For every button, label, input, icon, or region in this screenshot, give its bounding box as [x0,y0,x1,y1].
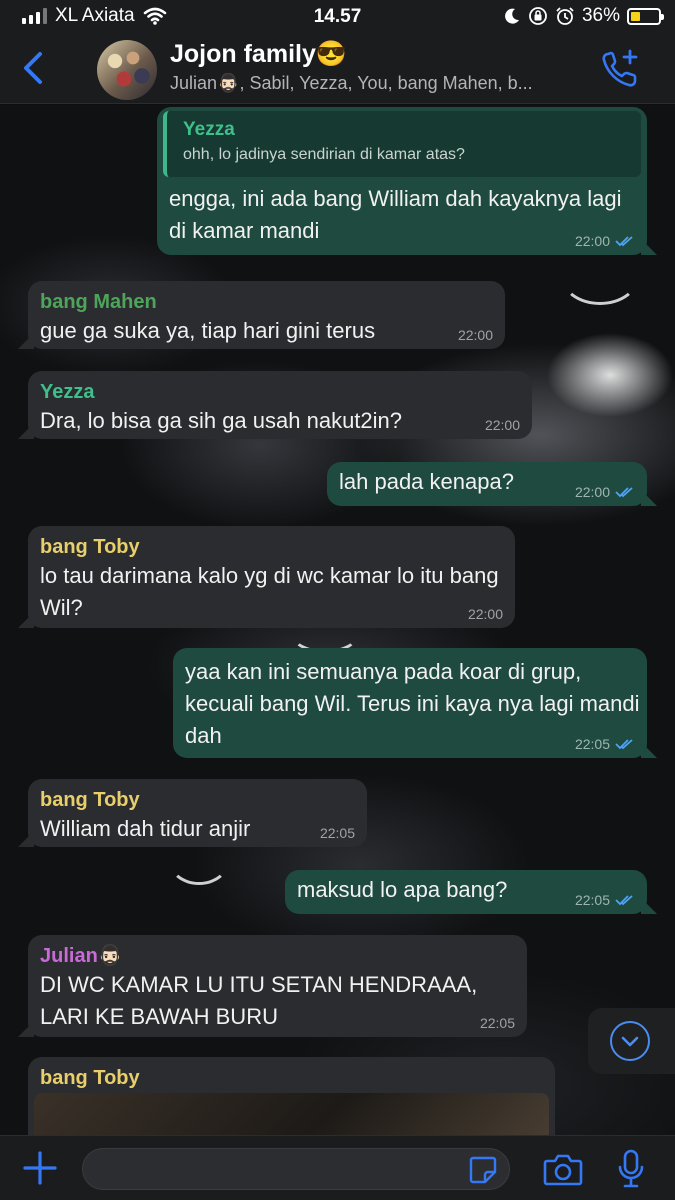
message-meta: 22:05 [320,825,355,841]
message-time: 22:05 [319,825,355,841]
message-bubble-outgoing[interactable]: maksud lo apa bang? 22:05 [285,870,657,914]
message-sender[interactable]: Yezza [40,379,520,405]
message-text: engga, ini ada bang William dah kayaknya… [169,186,622,243]
message-text: gue ga suka ya, tiap hari gini terus [40,318,376,343]
message-bubble-outgoing[interactable]: Yezza ohh, lo jadinya sendirian di kamar… [157,107,657,255]
message-sender[interactable]: Julian🧔🏻‍♂️ [40,943,515,969]
microphone-icon[interactable] [617,1149,645,1189]
message-time: 22:05 [479,1015,515,1031]
quoted-text: ohh, lo jadinya sendirian di kamar atas? [183,146,465,163]
group-title[interactable]: Jojon family😎 [170,40,347,69]
plus-icon[interactable] [22,1150,58,1186]
message-sender[interactable]: bang Toby [40,787,355,813]
message-bubble-incoming[interactable]: bang Toby lo tau darimana kalo yg di wc … [18,526,515,628]
camera-icon[interactable] [543,1152,583,1186]
message-sender[interactable]: bang Toby [40,534,503,560]
group-avatar[interactable] [97,40,157,100]
battery-icon [627,7,664,25]
message-time: 22:00 [484,417,520,433]
chat-area[interactable]: Yezza ohh, lo jadinya sendirian di kamar… [0,105,675,1135]
chevron-down-circle-icon [610,1021,650,1061]
message-time: 22:05 [574,892,610,908]
message-bubble-incoming[interactable]: bang Toby [28,1057,555,1135]
message-bubble-incoming[interactable]: Julian🧔🏻‍♂️ DI WC KAMAR LU ITU SETAN HEN… [18,935,527,1037]
message-text: William dah tidur anjir [40,816,251,841]
status-right: 36% [503,5,664,27]
image-attachment[interactable] [34,1093,549,1135]
read-receipt-icon [615,236,633,247]
alarm-icon [556,7,574,25]
message-text: Dra, lo bisa ga sih ga usah nakut2in? [40,408,403,433]
composer-bar [0,1135,675,1200]
message-sender[interactable]: bang Toby [40,1065,543,1091]
message-text: lo tau darimana kalo yg di wc kamar lo i… [40,563,499,620]
read-receipt-icon [615,895,633,906]
message-bubble-incoming[interactable]: Yezza Dra, lo bisa ga sih ga usah nakut2… [18,371,532,439]
message-time: 22:00 [574,233,610,249]
message-bubble-outgoing[interactable]: yaa kan ini semuanya pada koar di grup, … [173,648,657,758]
add-call-icon[interactable] [599,48,641,90]
message-meta: 22:05 [575,892,635,908]
battery-percent: 36% [581,5,620,26]
read-receipt-icon [615,487,633,498]
message-meta: 22:00 [468,606,503,622]
message-meta: 22:00 [575,233,635,249]
chat-header: Jojon family😎 Julian🧔🏻‍♂️, Sabil, Yezza,… [0,34,675,104]
quoted-sender: Yezza [183,119,235,140]
scroll-to-bottom-button[interactable] [588,1008,675,1074]
read-receipt-icon [615,739,633,750]
message-bubble-outgoing[interactable]: lah pada kenapa? 22:00 [327,462,657,506]
message-meta: 22:05 [575,736,635,752]
message-time: 22:05 [574,736,610,752]
message-text: DI WC KAMAR LU ITU SETAN HENDRAAA, LARI … [40,972,478,1029]
message-input[interactable] [82,1148,510,1190]
message-meta: 22:00 [485,417,520,433]
message-sender[interactable]: bang Mahen [40,289,493,315]
message-time: 22:00 [574,484,610,500]
message-meta: 22:05 [480,1015,515,1031]
quoted-message[interactable]: Yezza ohh, lo jadinya sendirian di kamar… [163,111,641,177]
moon-icon [505,8,519,24]
group-members[interactable]: Julian🧔🏻‍♂️, Sabil, Yezza, You, bang Mah… [170,73,590,94]
message-meta: 22:00 [575,484,635,500]
message-time: 22:00 [457,327,493,343]
back-chevron-icon[interactable] [16,48,50,88]
sticker-icon[interactable] [468,1155,498,1185]
orientation-lock-icon [529,7,547,25]
message-bubble-incoming[interactable]: bang Toby William dah tidur anjir 22:05 [18,779,367,847]
message-text: yaa kan ini semuanya pada koar di grup, … [185,659,640,748]
message-time: 22:00 [467,606,503,622]
message-bubble-incoming[interactable]: bang Mahen gue ga suka ya, tiap hari gin… [18,281,505,349]
status-bar: XL Axiata 14.57 36% [0,0,675,34]
message-meta: 22:00 [458,327,493,343]
